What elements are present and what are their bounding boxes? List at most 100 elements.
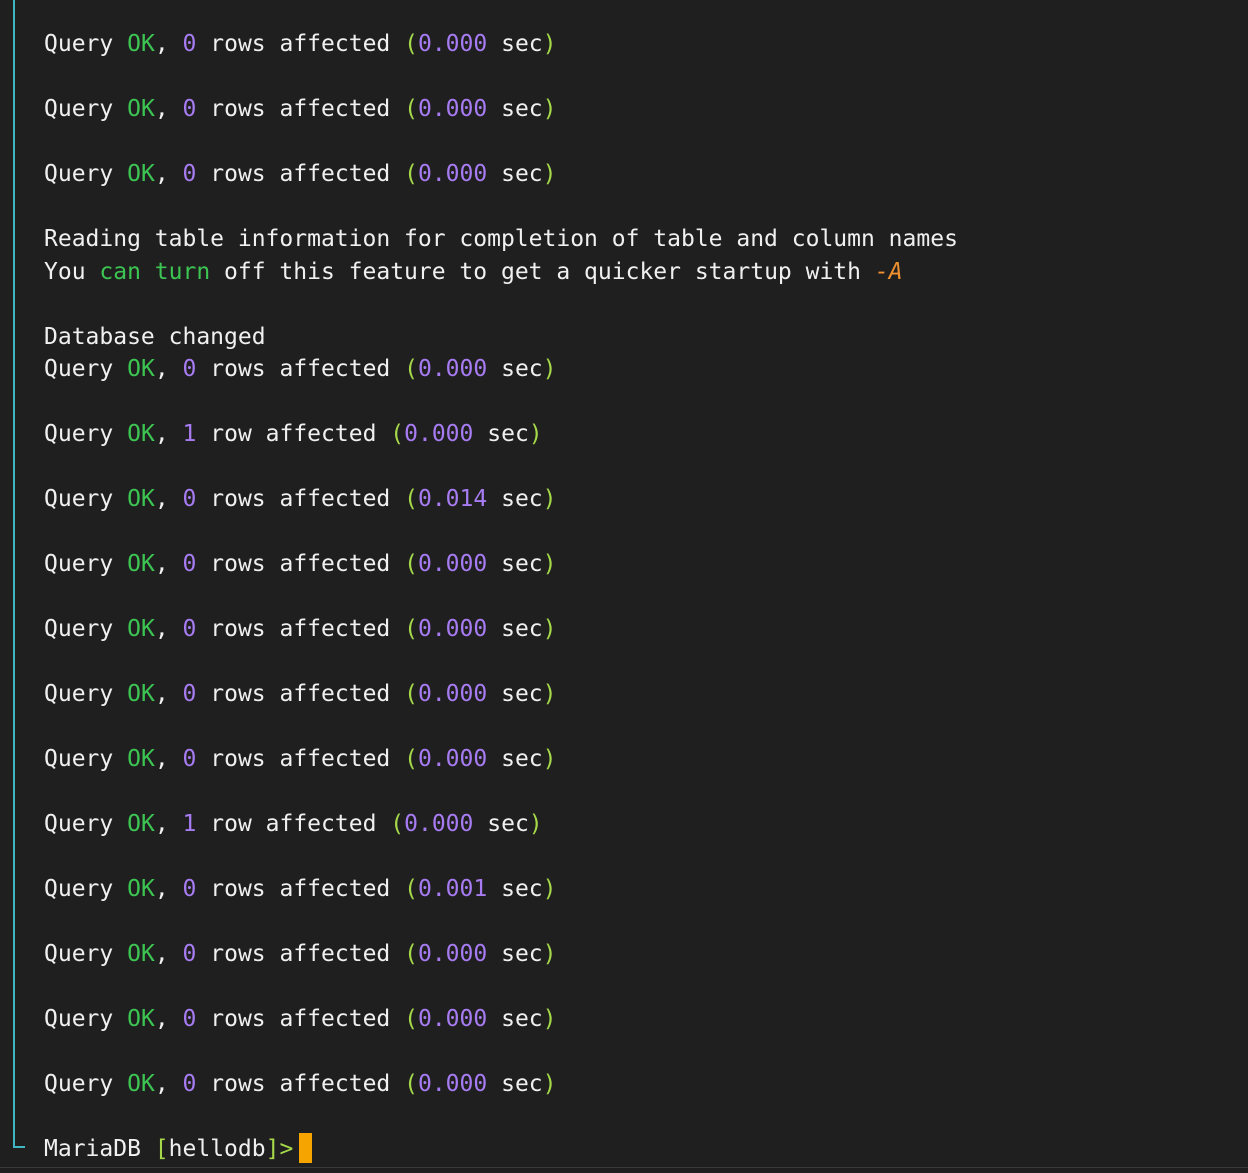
prompt-database: hellodb: [168, 1136, 266, 1162]
open-paren: (: [404, 1006, 418, 1032]
status-ok: OK: [127, 551, 155, 577]
prompt-name: MariaDB: [44, 1136, 141, 1162]
text-cursor[interactable]: [299, 1132, 313, 1163]
scope-indicator-corner: [13, 1146, 25, 1148]
close-paren: ): [542, 486, 557, 512]
close-paren: ): [542, 746, 557, 772]
close-paren: ): [542, 616, 557, 642]
status-ok: OK: [127, 421, 155, 447]
prompt-line[interactable]: MariaDB [hellodb]>: [44, 1132, 1228, 1166]
status-ok: OK: [127, 811, 155, 837]
terminal-window[interactable]: Query OK, 0 rows affected (0.000 sec) Que…: [0, 0, 1248, 1173]
query-time: 0.000: [417, 356, 488, 382]
close-paren: ): [542, 876, 557, 902]
status-ok: OK: [127, 161, 155, 187]
row-count: 0: [182, 31, 197, 57]
status-ok: OK: [127, 876, 155, 902]
query-result-line: Query OK, 0 rows affected (0.000 sec): [44, 28, 1228, 61]
status-ok: OK: [127, 1071, 155, 1097]
query-time: 0.000: [404, 421, 474, 447]
query-time: 0.000: [417, 1006, 488, 1032]
close-paren: ): [542, 161, 557, 187]
comma: ,: [154, 746, 169, 772]
query-time: 0.000: [417, 616, 488, 642]
rows-affected-label: row affected: [210, 811, 377, 837]
time-unit: sec: [501, 681, 543, 707]
close-paren: ): [542, 1071, 557, 1097]
comma: ,: [154, 551, 169, 577]
time-unit: sec: [501, 96, 543, 122]
rows-affected-label: rows affected: [210, 941, 391, 967]
row-count: 0: [182, 1071, 197, 1097]
query-label: Query: [44, 551, 114, 577]
rows-affected-label: rows affected: [210, 746, 391, 772]
query-result-line: Query OK, 0 rows affected (0.000 sec): [44, 548, 1228, 581]
open-paren: (: [404, 616, 418, 642]
query-label: Query: [44, 681, 114, 707]
prompt-arrow: >: [279, 1136, 294, 1162]
open-paren: (: [404, 31, 418, 57]
row-count: 0: [182, 356, 197, 382]
status-ok: OK: [127, 746, 155, 772]
time-unit: sec: [501, 1071, 543, 1097]
query-label: Query: [44, 876, 114, 902]
open-paren: (: [404, 1071, 418, 1097]
status-ok: OK: [127, 31, 155, 57]
open-paren: (: [404, 356, 418, 382]
prompt-close-bracket: ]: [265, 1136, 280, 1162]
time-unit: sec: [501, 1006, 543, 1032]
close-paren: ): [542, 356, 557, 382]
query-label: Query: [44, 1071, 114, 1097]
status-ok: OK: [127, 96, 155, 122]
hint-text: off this feature to get a quicker startu…: [210, 258, 875, 285]
query-result-group: Query OK, 0 rows affected (0.000 sec) Que…: [44, 353, 1228, 1133]
rows-affected-label: row affected: [210, 421, 377, 447]
comma: ,: [154, 31, 169, 57]
query-result-line: Query OK, 0 rows affected (0.000 sec): [44, 158, 1228, 191]
scope-indicator-bar: [13, 0, 15, 1148]
comma: ,: [154, 811, 169, 837]
status-ok: OK: [127, 681, 155, 707]
open-paren: (: [404, 486, 418, 512]
query-label: Query: [44, 811, 114, 837]
row-count: 0: [182, 876, 197, 902]
time-unit: sec: [501, 876, 543, 902]
rows-affected-label: rows affected: [210, 616, 391, 642]
terminal-bottom-border: [0, 1167, 1248, 1168]
comma: ,: [154, 1006, 169, 1032]
close-paren: ): [528, 811, 543, 837]
query-time: 0.000: [417, 96, 488, 122]
time-unit: sec: [501, 551, 543, 577]
rows-affected-label: rows affected: [210, 486, 391, 512]
query-label: Query: [44, 161, 114, 187]
query-time: 0.000: [417, 31, 488, 57]
open-paren: (: [404, 681, 418, 707]
query-result-line: Query OK, 0 rows affected (0.001 sec): [44, 873, 1228, 906]
open-paren: (: [390, 811, 405, 837]
comma: ,: [154, 421, 169, 447]
rows-affected-label: rows affected: [210, 551, 391, 577]
status-ok: OK: [127, 1006, 155, 1032]
row-count: 0: [182, 161, 197, 187]
query-result-line: Query OK, 0 rows affected (0.000 sec): [44, 1003, 1228, 1036]
open-paren: (: [404, 941, 418, 967]
open-paren: (: [404, 746, 418, 772]
comma: ,: [154, 96, 169, 122]
comma: ,: [154, 941, 169, 967]
info-line-reading: Reading table information for completion…: [44, 226, 958, 252]
query-time: 0.000: [417, 551, 488, 577]
comma: ,: [154, 356, 169, 382]
query-time: 0.014: [417, 486, 488, 512]
query-label: Query: [44, 941, 114, 967]
